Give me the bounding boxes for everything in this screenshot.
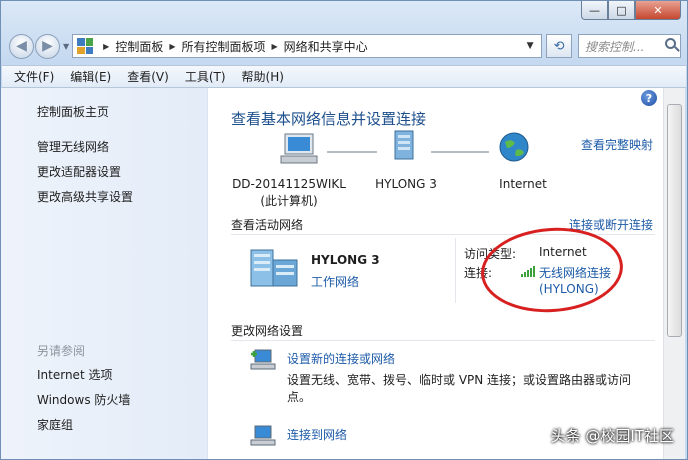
maximize-button[interactable]: □ — [608, 1, 635, 20]
computer-icon — [280, 133, 318, 164]
search-placeholder: 搜索控制... — [585, 39, 645, 54]
refresh-button[interactable]: ⟲ — [546, 34, 573, 58]
menu-bar: 文件(F) 编辑(E) 查看(V) 工具(T) 帮助(H) — [2, 65, 686, 88]
address-dropdown-icon[interactable]: ▼ — [519, 41, 541, 51]
close-button[interactable]: ✕ — [635, 1, 681, 20]
breadcrumb-item[interactable]: 控制面板 — [115, 38, 163, 55]
control-panel-icon — [77, 38, 94, 54]
breadcrumb-arrow-icon[interactable]: ▶ — [169, 42, 175, 51]
sidebar-item-adapter-settings[interactable]: 更改适配器设置 — [37, 163, 121, 180]
menu-file[interactable]: 文件(F) — [14, 68, 54, 85]
full-map-link[interactable]: 查看完整映射 — [581, 136, 653, 153]
new-connection-icon — [250, 349, 276, 370]
vertical-scrollbar[interactable] — [663, 88, 685, 459]
search-input[interactable]: 搜索控制... — [578, 34, 682, 58]
map-connector — [431, 151, 489, 153]
address-bar[interactable]: ▶ 控制面板 ▶ 所有控制面板项 ▶ 网络和共享中心 ▼ — [72, 34, 543, 58]
breadcrumb-arrow-icon: ▶ — [103, 41, 110, 51]
menu-edit[interactable]: 编辑(E) — [70, 68, 111, 85]
map-computer-name: DD-20141125WIKL — [232, 177, 346, 191]
map-network-name: HYLONG 3 — [375, 177, 437, 191]
see-also-heading: 另请参阅 — [37, 344, 86, 358]
recent-pages-chevron-icon[interactable]: ▼ — [63, 42, 69, 51]
scrollbar-thumb[interactable] — [667, 104, 682, 337]
back-button[interactable]: ◀ — [9, 33, 34, 59]
page-title: 查看基本网络信息并设置连接 — [231, 110, 427, 128]
connect-network-icon — [250, 425, 276, 446]
active-network-name: HYLONG 3 — [311, 253, 380, 267]
map-computer-label: DD-20141125WIKL (此计算机) — [229, 176, 349, 210]
breadcrumb: ▶ 控制面板 ▶ 所有控制面板项 ▶ 网络和共享中心 — [97, 38, 368, 55]
search-icon[interactable] — [665, 38, 677, 49]
network-building-icon — [250, 249, 298, 287]
minimize-button[interactable]: — — [581, 1, 608, 20]
active-networks-heading: 查看活动网络 — [231, 218, 304, 232]
sidebar-item-advanced-sharing[interactable]: 更改高级共享设置 — [37, 188, 133, 205]
divider — [231, 340, 655, 341]
forward-button[interactable]: ▶ — [35, 33, 60, 59]
sidebar-item-homegroup[interactable]: 家庭组 — [37, 416, 73, 433]
sidebar-item-internet-options[interactable]: Internet 选项 — [37, 366, 112, 383]
breadcrumb-item[interactable]: 网络和共享中心 — [284, 38, 368, 55]
network-icon — [394, 130, 414, 160]
caption-buttons: — □ ✕ — [581, 1, 681, 20]
menu-tools[interactable]: 工具(T) — [185, 68, 226, 85]
sidebar: 控制面板主页 管理无线网络 更改适配器设置 更改高级共享设置 另请参阅 Inte… — [1, 88, 208, 459]
sidebar-item-firewall[interactable]: Windows 防火墙 — [37, 391, 130, 408]
sidebar-item-home[interactable]: 控制面板主页 — [37, 103, 109, 120]
globe-icon — [499, 132, 529, 162]
map-connector — [327, 151, 377, 153]
menu-view[interactable]: 查看(V) — [127, 68, 169, 85]
menu-help[interactable]: 帮助(H) — [242, 68, 284, 85]
map-internet-name: Internet — [499, 177, 547, 191]
watermark: 头条 @校园IT社区 — [550, 427, 674, 445]
navigation-bar: ◀ ▶ ▼ ▶ 控制面板 ▶ 所有控制面板项 ▶ 网络和共享中心 ▼ ⟲ 搜索控… — [9, 31, 682, 61]
breadcrumb-item[interactable]: 所有控制面板项 — [181, 38, 265, 55]
help-icon[interactable]: ? — [641, 90, 657, 106]
setup-connection-link[interactable]: 设置新的连接或网络 — [287, 350, 395, 367]
connect-network-link[interactable]: 连接到网络 — [287, 426, 347, 443]
address-end: ▼ — [519, 35, 541, 57]
change-settings-heading: 更改网络设置 — [231, 324, 304, 338]
breadcrumb-arrow-icon[interactable]: ▶ — [272, 42, 278, 51]
setup-connection-desc: 设置无线、宽带、拨号、临时或 VPN 连接；或设置路由器或访问点。 — [287, 373, 632, 404]
sidebar-item-manage-wireless[interactable]: 管理无线网络 — [37, 138, 109, 155]
divider — [455, 238, 456, 303]
map-computer-sub: (此计算机) — [260, 194, 318, 208]
network-type-link[interactable]: 工作网络 — [311, 273, 359, 290]
